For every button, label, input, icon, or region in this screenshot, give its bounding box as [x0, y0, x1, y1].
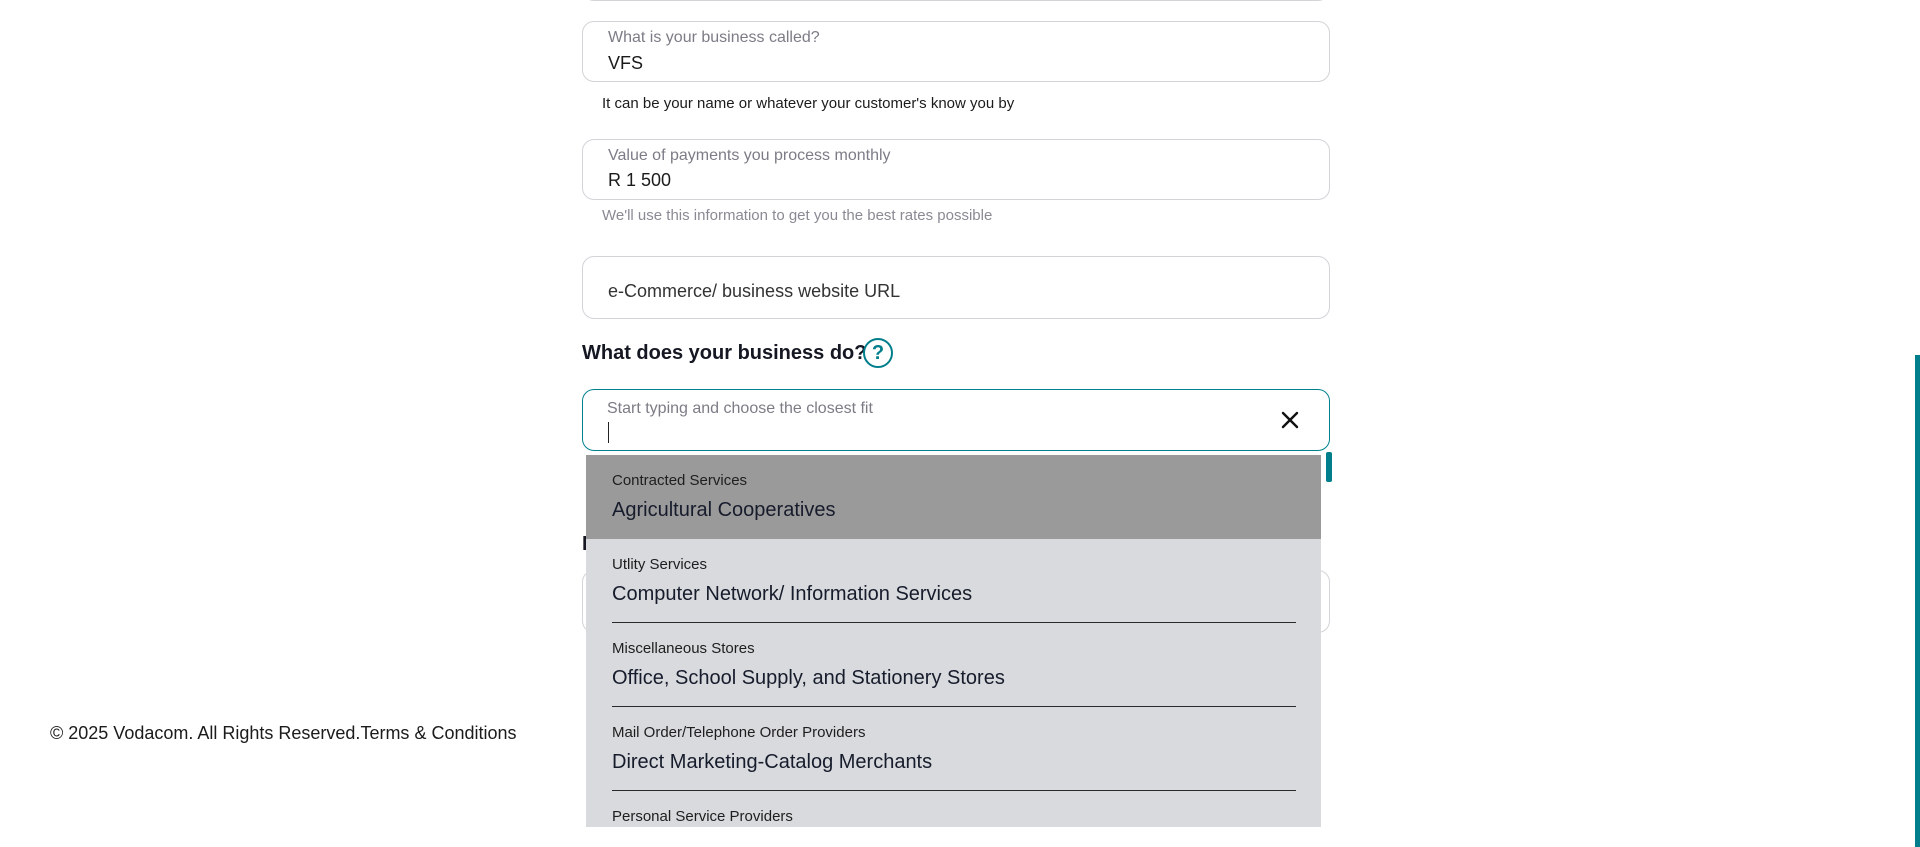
close-icon[interactable]: [1277, 407, 1303, 433]
copyright-text: © 2025 Vodacom. All Rights Reserved.: [50, 723, 361, 743]
business-name-field[interactable]: What is your business called? VFS: [582, 21, 1330, 82]
dropdown-option[interactable]: Miscellaneous Stores Office, School Supp…: [586, 623, 1321, 707]
dropdown-option[interactable]: Utlity Services Computer Network/ Inform…: [586, 539, 1321, 623]
option-category: Utlity Services: [612, 556, 708, 573]
monthly-payments-value[interactable]: R 1 500: [608, 170, 671, 191]
business-activity-search-field[interactable]: Start typing and choose the closest fit: [582, 389, 1330, 451]
option-name: Office, School Supply, and Stationery St…: [612, 667, 1005, 689]
option-category: Mail Order/Telephone Order Providers: [612, 724, 866, 741]
business-activity-question: What does your business do?: [582, 342, 867, 364]
monthly-payments-helper: We'll use this information to get you th…: [602, 207, 993, 224]
terms-conditions-link[interactable]: Terms & Conditions: [360, 723, 516, 743]
website-url-field[interactable]: e-Commerce/ business website URL: [582, 256, 1330, 319]
dropdown-scrollbar[interactable]: [1326, 452, 1332, 482]
question-circle-icon[interactable]: ?: [863, 338, 893, 368]
monthly-payments-field[interactable]: Value of payments you process monthly R …: [582, 139, 1330, 200]
dropdown-option[interactable]: Personal Service Providers: [586, 791, 1321, 827]
previous-field-edge: [582, 0, 1330, 1]
business-name-label: What is your business called?: [608, 29, 820, 46]
dropdown-option[interactable]: Contracted Services Agricultural Coopera…: [586, 455, 1321, 539]
option-name: Agricultural Cooperatives: [612, 499, 836, 521]
business-activity-search-input[interactable]: [607, 420, 1227, 444]
option-category: Miscellaneous Stores: [612, 640, 755, 657]
option-category: Personal Service Providers: [612, 808, 793, 825]
option-category: Contracted Services: [612, 472, 748, 489]
text-caret: [608, 422, 609, 443]
business-activity-dropdown[interactable]: Contracted Services Agricultural Coopera…: [586, 455, 1321, 827]
option-name: Computer Network/ Information Services: [612, 583, 973, 605]
dropdown-option[interactable]: Mail Order/Telephone Order Providers Dir…: [586, 707, 1321, 791]
business-name-helper: It can be your name or whatever your cus…: [602, 95, 1015, 112]
business-activity-search-label: Start typing and choose the closest fit: [607, 400, 873, 417]
footer: © 2025 Vodacom. All Rights Reserved.Term…: [50, 723, 517, 744]
website-url-placeholder: e-Commerce/ business website URL: [608, 281, 901, 301]
business-name-value[interactable]: VFS: [608, 53, 643, 74]
monthly-payments-label: Value of payments you process monthly: [608, 147, 891, 164]
page-scrollbar[interactable]: [1915, 355, 1920, 847]
option-name: Direct Marketing-Catalog Merchants: [612, 751, 933, 773]
